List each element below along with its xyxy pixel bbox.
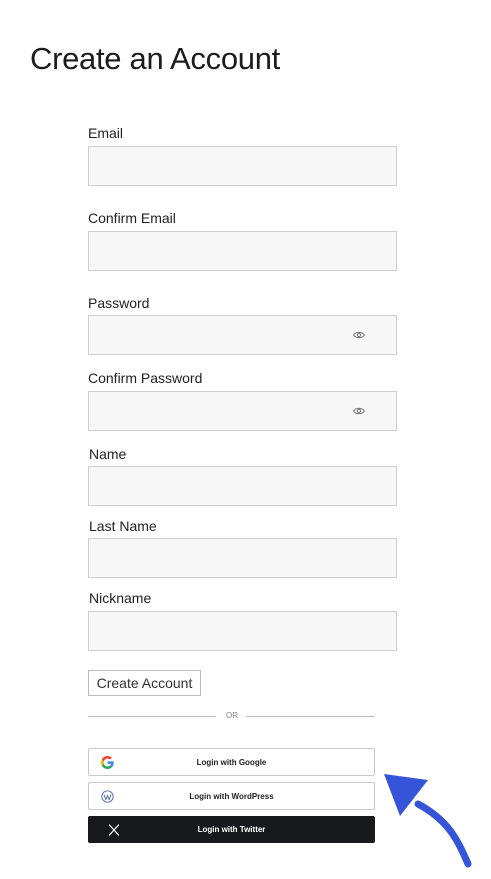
last-name-label: Last Name (89, 518, 157, 534)
divider-or: OR (226, 711, 238, 720)
last-name-field[interactable] (88, 538, 397, 578)
login-wordpress-button[interactable]: Login with WordPress (88, 782, 375, 810)
page-title: Create an Account (30, 40, 280, 76)
google-icon (101, 756, 114, 769)
nickname-label: Nickname (89, 590, 152, 606)
email-field[interactable] (88, 146, 397, 186)
confirm-email-field[interactable] (88, 231, 397, 271)
confirm-email-label: Confirm Email (88, 210, 176, 226)
login-twitter-button[interactable]: Login with Twitter (88, 816, 375, 843)
x-icon (108, 824, 120, 836)
password-label: Password (88, 295, 150, 311)
arrow-annotation (384, 774, 472, 868)
eye-icon[interactable] (353, 330, 365, 340)
create-account-button[interactable]: Create Account (88, 670, 201, 696)
password-field[interactable] (88, 315, 397, 355)
divider-line-right (246, 716, 375, 717)
eye-icon[interactable] (353, 406, 365, 416)
wordpress-icon (101, 790, 114, 803)
confirm-password-field[interactable] (88, 391, 397, 431)
divider-line-left (88, 716, 216, 717)
name-label: Name (89, 446, 127, 462)
login-wordpress-label: Login with WordPress (189, 791, 274, 801)
email-label: Email (88, 125, 124, 141)
name-field[interactable] (88, 466, 397, 506)
nickname-field[interactable] (88, 611, 397, 651)
login-twitter-label: Login with Twitter (197, 825, 266, 834)
login-google-button[interactable]: Login with Google (88, 748, 375, 776)
confirm-password-label: Confirm Password (88, 370, 203, 386)
login-google-label: Login with Google (196, 757, 267, 767)
